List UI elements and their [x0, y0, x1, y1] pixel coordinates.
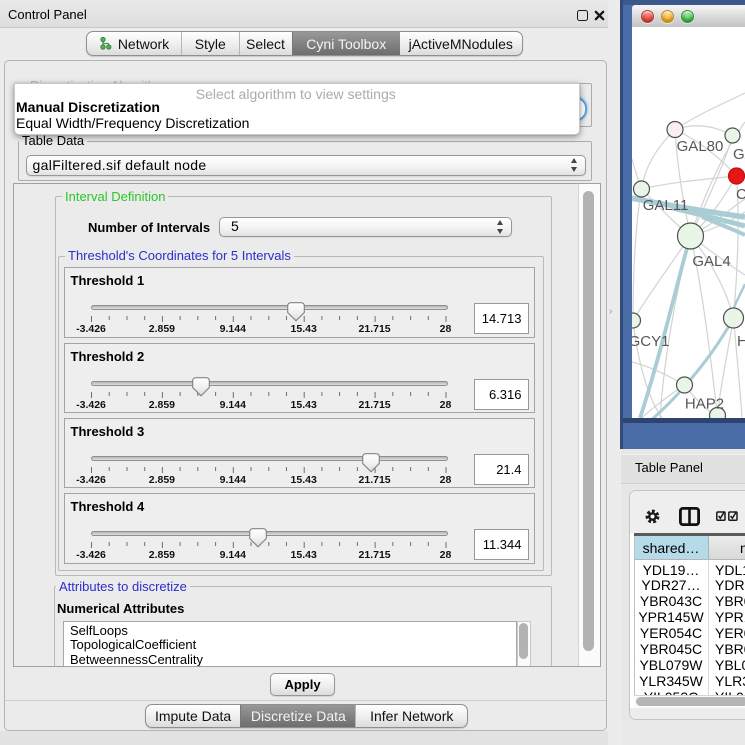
svg-text:GA: GA: [733, 146, 745, 163]
svg-text:GAL80: GAL80: [677, 138, 724, 155]
svg-text:HAP2: HAP2: [685, 396, 724, 413]
svg-text:GAL11: GAL11: [643, 197, 689, 214]
svg-text:GAL4: GAL4: [692, 253, 730, 270]
svg-text:CR: CR: [736, 186, 745, 203]
svg-text:GCY1: GCY1: [632, 333, 669, 350]
svg-text:HI: HI: [737, 333, 745, 350]
